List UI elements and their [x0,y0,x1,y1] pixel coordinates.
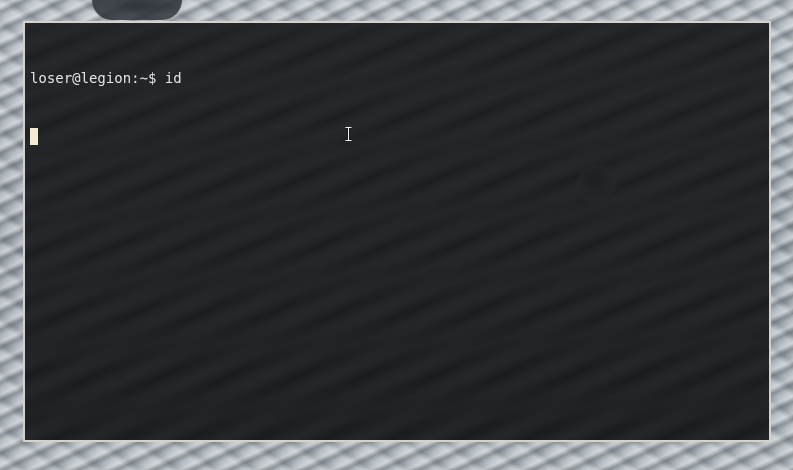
text-cursor [30,128,38,145]
terminal-output[interactable]: loser@legion:~$ id [30,32,182,184]
wallpaper-shadow [92,0,182,20]
typed-command: id [156,71,182,87]
terminal-line-1: loser@legion:~$ id [30,70,182,89]
shell-prompt: loser@legion:~$ [30,71,157,87]
ibeam-cursor-icon [345,127,352,141]
wallpaper-crater [577,165,617,205]
terminal-line-2[interactable] [30,127,182,146]
terminal-window[interactable]: loser@legion:~$ id [23,21,771,442]
